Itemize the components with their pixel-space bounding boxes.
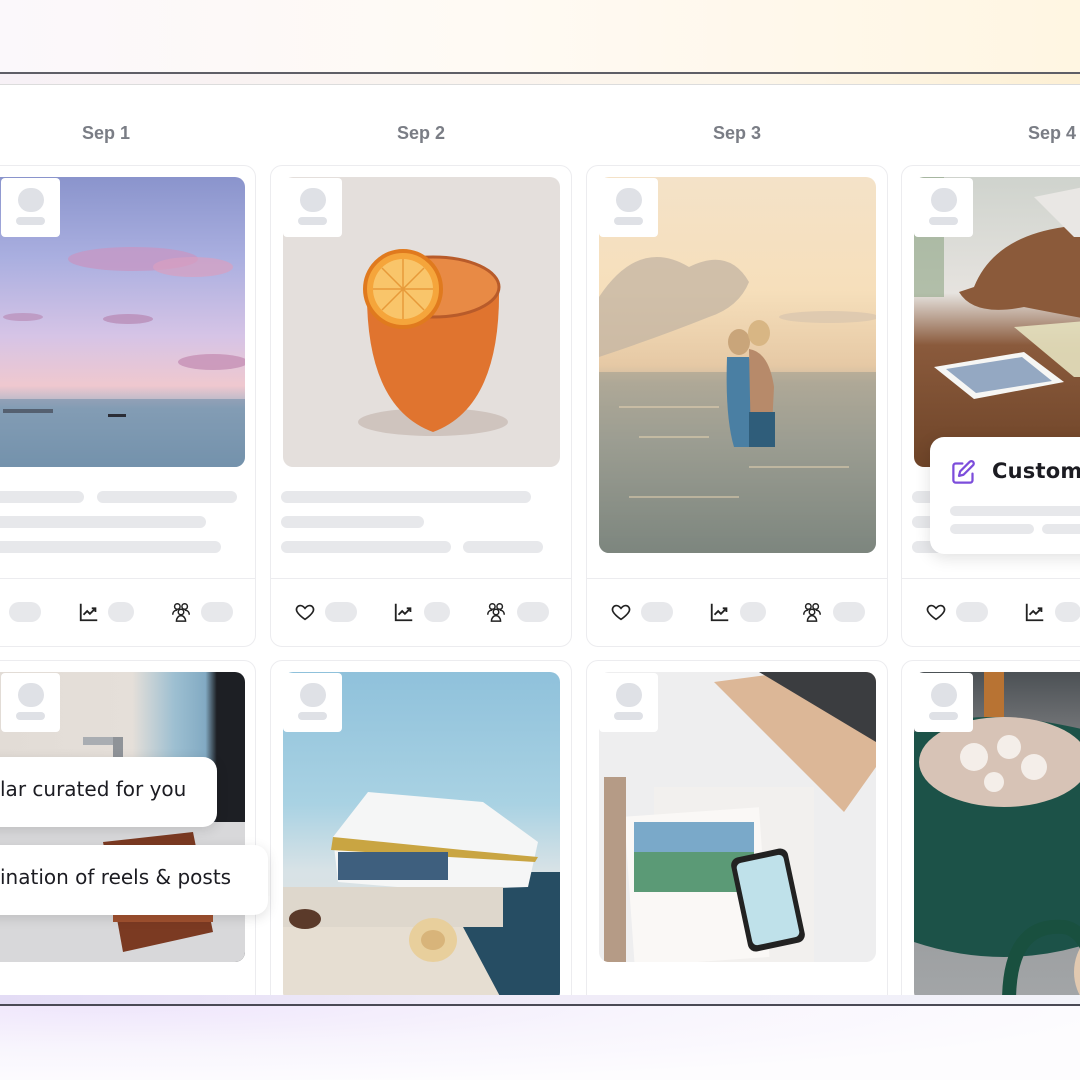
post-card-sep-3-row-2[interactable] <box>586 660 888 995</box>
likes-count-skeleton <box>956 602 988 622</box>
popover-skeleton <box>1042 524 1080 534</box>
likes-count-skeleton <box>9 602 41 622</box>
card-footer-divider <box>587 578 887 579</box>
post-card-sep-2[interactable] <box>270 165 572 647</box>
account-avatar-placeholder <box>599 673 658 732</box>
heart-icon[interactable] <box>610 601 632 623</box>
group-icon[interactable] <box>801 601 823 623</box>
caption-skeleton <box>97 491 237 503</box>
feature-label-reels-posts-text: ination of reels & posts <box>0 865 232 889</box>
caption-skeleton <box>281 541 451 553</box>
caption-skeleton <box>0 541 221 553</box>
caption-skeleton <box>0 491 84 503</box>
card-footer-divider <box>902 578 1080 579</box>
bottom-frame-strip <box>0 995 1080 1004</box>
caption-skeleton <box>281 491 531 503</box>
reach-count-skeleton <box>424 602 450 622</box>
audience-count-skeleton <box>517 602 549 622</box>
top-background-band <box>0 0 1080 72</box>
customize-popover[interactable]: Customiz <box>930 437 1080 554</box>
account-avatar-placeholder <box>914 673 973 732</box>
caption-skeleton <box>463 541 543 553</box>
date-header-sep-3: Sep 3 <box>712 123 762 143</box>
feature-label-curated: lar curated for you <box>0 757 217 827</box>
trending-up-icon[interactable] <box>709 601 731 623</box>
likes-count-skeleton <box>325 602 357 622</box>
reach-count-skeleton <box>108 602 134 622</box>
trending-up-icon[interactable] <box>393 601 415 623</box>
customize-label: Customiz <box>992 459 1080 483</box>
post-card-sep-2-row-2[interactable] <box>270 660 572 995</box>
post-card-sep-1-row-2[interactable] <box>0 660 256 995</box>
account-avatar-placeholder <box>283 178 342 237</box>
group-icon[interactable] <box>170 601 192 623</box>
likes-count-skeleton <box>641 602 673 622</box>
account-avatar-placeholder <box>283 673 342 732</box>
post-card-sep-4-row-2[interactable] <box>901 660 1080 995</box>
date-header-sep-2: Sep 2 <box>396 123 446 143</box>
group-icon[interactable] <box>485 601 507 623</box>
popover-skeleton <box>950 524 1034 534</box>
audience-count-skeleton <box>833 602 865 622</box>
account-avatar-placeholder <box>1 178 60 237</box>
heart-icon[interactable] <box>294 601 316 623</box>
caption-skeleton <box>0 516 206 528</box>
date-header-sep-1: Sep 1 <box>81 123 131 143</box>
date-header-sep-4: Sep 4 <box>1027 123 1077 143</box>
account-avatar-placeholder <box>1 673 60 732</box>
reach-count-skeleton <box>740 602 766 622</box>
bottom-background-band <box>0 1006 1080 1080</box>
card-footer-divider <box>271 578 571 579</box>
reach-count-skeleton <box>1055 602 1080 622</box>
account-avatar-placeholder <box>914 178 973 237</box>
audience-count-skeleton <box>201 602 233 622</box>
heart-icon[interactable] <box>925 601 947 623</box>
trending-up-icon[interactable] <box>1024 601 1046 623</box>
post-card-sep-3[interactable] <box>586 165 888 647</box>
account-avatar-placeholder <box>599 178 658 237</box>
edit-icon <box>952 460 975 484</box>
content-calendar-panel: Sep 1 Sep 2 Sep 3 Sep 4 Custom lar curat… <box>0 85 1080 995</box>
top-frame-strip <box>0 74 1080 85</box>
trending-up-icon[interactable] <box>78 601 100 623</box>
post-card-sep-4[interactable] <box>901 165 1080 647</box>
post-card-sep-1[interactable] <box>0 165 256 647</box>
feature-label-reels-posts: ination of reels & posts <box>0 845 268 915</box>
feature-label-curated-text: lar curated for you <box>0 777 187 801</box>
caption-skeleton <box>281 516 424 528</box>
card-footer-divider <box>0 578 255 579</box>
popover-skeleton <box>950 506 1080 516</box>
